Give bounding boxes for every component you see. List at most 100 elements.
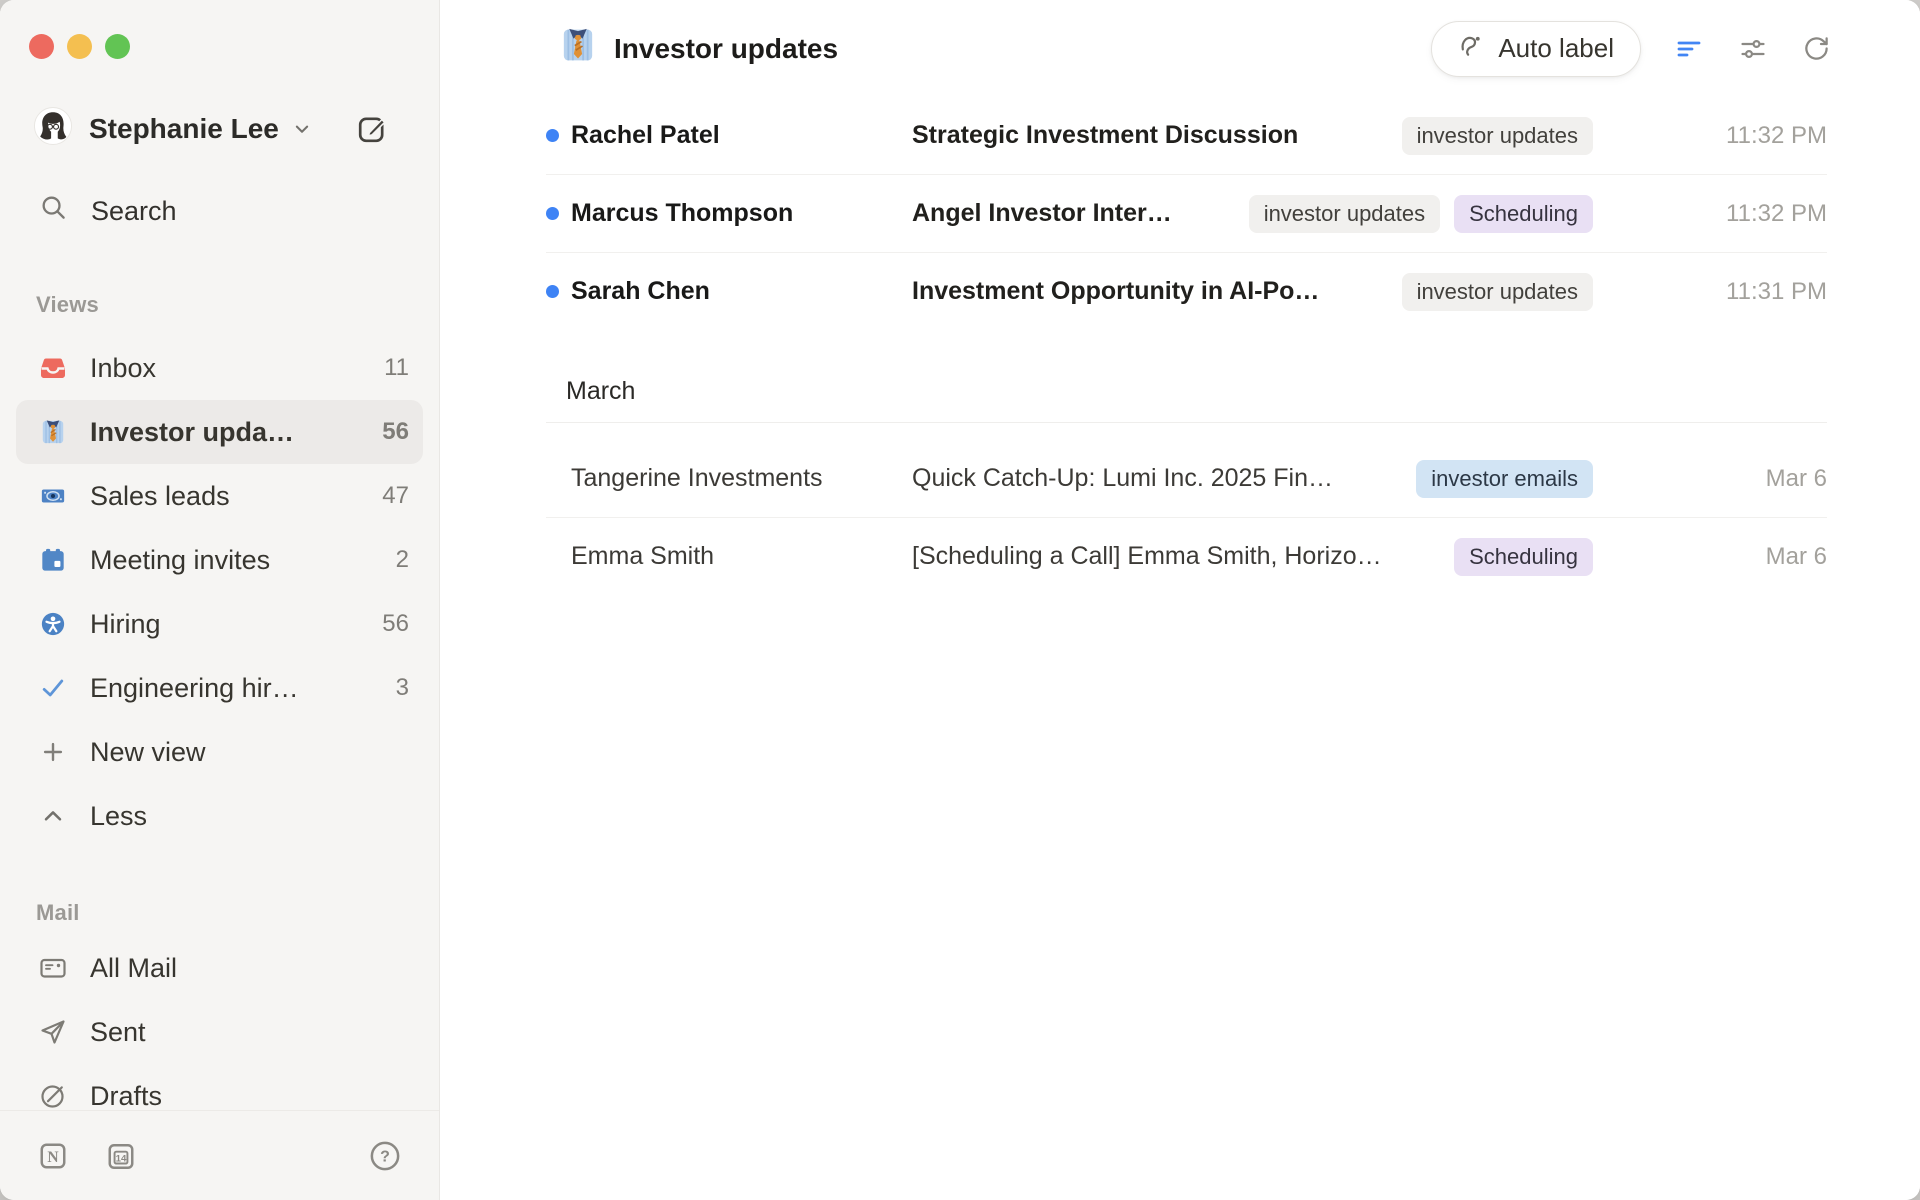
- sidebar-item-all-mail[interactable]: All Mail: [16, 936, 423, 1000]
- plus-icon: [38, 739, 68, 765]
- necktie-icon: [560, 27, 596, 70]
- auto-label-text: Auto label: [1498, 33, 1614, 64]
- sidebar-item-label: All Mail: [90, 953, 177, 984]
- svg-text:14: 14: [116, 1153, 127, 1164]
- email-tag: investor emails: [1416, 460, 1593, 498]
- sidebar-item-label: Less: [90, 801, 147, 832]
- main-header: Investor updates Auto label: [440, 0, 1920, 97]
- sidebar-item-count: 11: [384, 354, 409, 382]
- email-tags: investor updates: [1402, 273, 1593, 311]
- sidebar-item-count: 2: [396, 546, 409, 574]
- email-subject: Quick Catch-Up: Lumi Inc. 2025 Fin…: [912, 464, 1333, 493]
- unread-indicator: [546, 207, 571, 220]
- email-tags: investor emails: [1416, 460, 1593, 498]
- sidebar-item-sales-leads[interactable]: Sales leads47: [16, 464, 423, 528]
- user-menu[interactable]: Stephanie Lee: [34, 107, 387, 150]
- avatar: [34, 107, 72, 150]
- sidebar-item-count: 56: [382, 418, 409, 446]
- email-subject: Investment Opportunity in AI-Po…: [912, 277, 1319, 306]
- sidebar-item-label: Sales leads: [90, 481, 230, 512]
- mail-app-window: Stephanie Lee Search Views Inbox 11 Investo…: [0, 0, 1920, 1200]
- sidebar-section: Views Inbox 11 Investor upda… 56 Sales leads4…: [0, 292, 439, 848]
- help-button[interactable]: ?: [369, 1140, 401, 1172]
- email-row[interactable]: Marcus ThompsonAngel Investor Inter…inve…: [546, 174, 1827, 252]
- email-tag: investor updates: [1402, 273, 1593, 311]
- email-subject: Strategic Investment Discussion: [912, 121, 1298, 150]
- search-label: Search: [91, 196, 177, 227]
- email-sender: Sarah Chen: [571, 277, 912, 306]
- sidebar-item-label: New view: [90, 737, 206, 768]
- notion-logo-icon[interactable]: N: [38, 1141, 68, 1171]
- email-group: Rachel PatelStrategic Investment Discuss…: [546, 97, 1827, 330]
- sidebar-item-sent[interactable]: Sent: [16, 1000, 423, 1064]
- paper-plane-icon: [38, 1018, 68, 1046]
- chevron-down-icon: [291, 118, 313, 140]
- calendar-icon: [38, 547, 68, 573]
- search-button[interactable]: Search: [40, 194, 405, 228]
- group-label: March: [566, 377, 635, 406]
- sidebar-item-less[interactable]: Less: [16, 784, 423, 848]
- user-name: Stephanie Lee: [89, 113, 279, 145]
- sidebar-item-hiring[interactable]: Hiring56: [16, 592, 423, 656]
- refresh-button[interactable]: [1803, 35, 1830, 62]
- email-subject: [Scheduling a Call] Emma Smith, Horizo…: [912, 542, 1382, 571]
- sidebar-item-label: Inbox: [90, 353, 156, 384]
- email-tag: Scheduling: [1454, 195, 1593, 233]
- svg-text:?: ?: [380, 1148, 390, 1165]
- zoom-button[interactable]: [105, 34, 130, 59]
- email-tags: Scheduling: [1454, 538, 1593, 576]
- email-sender: Marcus Thompson: [571, 199, 912, 228]
- sidebar-item-label: Meeting invites: [90, 545, 270, 576]
- email-time: 11:31 PM: [1593, 278, 1827, 306]
- view-title: Investor updates: [560, 27, 838, 70]
- chevron-up-icon: [38, 803, 68, 829]
- window-controls: [0, 0, 439, 59]
- display-settings-button[interactable]: [1739, 35, 1767, 63]
- sidebar-item-label: Sent: [90, 1017, 146, 1048]
- group-header: March: [546, 360, 1827, 423]
- sidebar-section: MailAll MailSentDrafts: [0, 900, 439, 1128]
- close-button[interactable]: [29, 34, 54, 59]
- person-circle-icon: [38, 611, 68, 637]
- auto-label-button[interactable]: Auto label: [1431, 21, 1641, 77]
- sidebar-item-label: Drafts: [90, 1081, 162, 1112]
- sidebar-item-label: Investor upda…: [90, 417, 294, 448]
- main-panel: Investor updates Auto label Rachel Patel…: [440, 0, 1920, 1200]
- email-row[interactable]: Tangerine InvestmentsQuick Catch-Up: Lum…: [546, 440, 1827, 517]
- email-tags: investor updates: [1402, 117, 1593, 155]
- email-row[interactable]: Emma Smith[Scheduling a Call] Emma Smith…: [546, 517, 1827, 595]
- sidebar-item-inbox[interactable]: Inbox 11: [16, 336, 423, 400]
- sidebar: Stephanie Lee Search Views Inbox 11 Investo…: [0, 0, 440, 1200]
- compose-button[interactable]: [357, 114, 387, 144]
- email-sender: Rachel Patel: [571, 121, 912, 150]
- draft-icon: [38, 1082, 68, 1110]
- unread-indicator: [546, 285, 571, 298]
- section-label: Views: [36, 292, 439, 318]
- email-sender: Tangerine Investments: [571, 464, 912, 493]
- svg-text:N: N: [47, 1149, 58, 1166]
- sidebar-footer: N 14 ?: [0, 1110, 439, 1200]
- notion-calendar-icon[interactable]: 14: [106, 1141, 136, 1171]
- unread-dot-icon: [546, 207, 559, 220]
- email-row[interactable]: Sarah ChenInvestment Opportunity in AI-P…: [546, 252, 1827, 330]
- sidebar-sections: Views Inbox 11 Investor upda… 56 Sales leads4…: [0, 292, 439, 1128]
- filter-button[interactable]: [1675, 35, 1703, 63]
- email-time: Mar 6: [1593, 465, 1827, 493]
- inbox-icon: [38, 354, 68, 382]
- sidebar-item-new-view[interactable]: New view: [16, 720, 423, 784]
- banknote-icon: [38, 483, 68, 509]
- search-icon: [40, 194, 67, 228]
- minimize-button[interactable]: [67, 34, 92, 59]
- sidebar-item-meeting-invites[interactable]: Meeting invites 2: [16, 528, 423, 592]
- sidebar-item-engineering-hir[interactable]: Engineering hir…3: [16, 656, 423, 720]
- email-row[interactable]: Rachel PatelStrategic Investment Discuss…: [546, 97, 1827, 174]
- sidebar-item-label: Hiring: [90, 609, 161, 640]
- email-tag: investor updates: [1249, 195, 1440, 233]
- email-time: Mar 6: [1593, 543, 1827, 571]
- sidebar-item-investor-upda[interactable]: Investor upda… 56: [16, 400, 423, 464]
- email-group: March Tangerine InvestmentsQuick Catch-Up…: [546, 360, 1827, 595]
- header-actions: [1675, 35, 1830, 63]
- email-sender: Emma Smith: [571, 542, 912, 571]
- email-tag: investor updates: [1402, 117, 1593, 155]
- email-list: Rachel PatelStrategic Investment Discuss…: [546, 97, 1827, 595]
